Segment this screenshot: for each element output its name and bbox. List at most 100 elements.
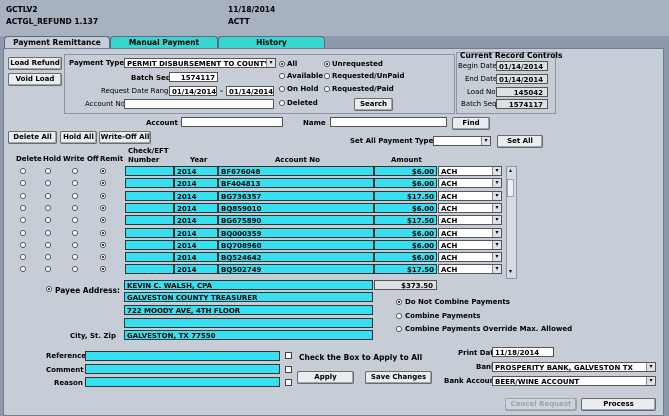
- delete-radio[interactable]: [20, 241, 26, 248]
- payment-method-select[interactable]: ACH ▾: [438, 202, 502, 213]
- apply-all-checkbox-comment[interactable]: [285, 366, 292, 373]
- search-button[interactable]: Search: [354, 98, 393, 111]
- account-no-cell[interactable]: BQ859010: [218, 202, 374, 213]
- write-off-radio[interactable]: [72, 241, 78, 248]
- print-date-input[interactable]: 11/18/2014: [492, 347, 554, 357]
- year-cell[interactable]: 2014: [174, 252, 218, 263]
- year-cell[interactable]: 2014: [174, 215, 218, 226]
- remit-radio[interactable]: [100, 204, 106, 211]
- payment-method-select[interactable]: ACH ▾: [438, 166, 502, 176]
- find-account-no-input[interactable]: [181, 117, 283, 127]
- account-no-cell[interactable]: BQ708960: [218, 239, 374, 250]
- set-all-button[interactable]: Set All: [497, 135, 543, 148]
- radio-requested-paid[interactable]: [324, 86, 330, 92]
- payment-type-select[interactable]: PERMIT DISBURSEMENT TO COUNTY ▾: [124, 58, 276, 68]
- radio-requested-unpaid[interactable]: [324, 73, 330, 79]
- comment-input[interactable]: [85, 364, 280, 374]
- remit-radio[interactable]: [100, 168, 106, 174]
- amount-cell[interactable]: $17.50: [374, 215, 437, 226]
- date-to-input[interactable]: 01/14/2014: [226, 86, 274, 96]
- year-cell[interactable]: 2014: [174, 264, 218, 275]
- account-no-cell[interactable]: BF404813: [218, 178, 374, 189]
- find-button[interactable]: Find: [452, 117, 490, 130]
- hold-radio[interactable]: [45, 192, 51, 199]
- check-eft-cell[interactable]: [125, 239, 174, 250]
- payment-method-select[interactable]: ACH ▾: [438, 190, 502, 201]
- radio-available[interactable]: [279, 73, 285, 79]
- find-name-input[interactable]: [330, 117, 447, 127]
- amount-cell[interactable]: $6.00: [374, 252, 437, 263]
- payment-method-select[interactable]: ACH ▾: [438, 252, 502, 263]
- amount-cell[interactable]: $6.00: [374, 202, 437, 213]
- amount-cell[interactable]: $17.50: [374, 264, 437, 275]
- hold-radio[interactable]: [45, 229, 51, 236]
- scroll-down-icon[interactable]: ▾: [507, 269, 514, 275]
- reason-input[interactable]: [85, 377, 280, 387]
- apply-all-checkbox-reason[interactable]: [285, 379, 292, 386]
- write-off-all-button[interactable]: Write-Off All: [99, 131, 151, 144]
- payment-method-select[interactable]: ACH ▾: [438, 178, 502, 189]
- year-cell[interactable]: 2014: [174, 239, 218, 250]
- check-eft-cell[interactable]: [125, 215, 174, 226]
- payee-line-4[interactable]: [124, 318, 373, 328]
- load-refund-button[interactable]: Load Refund: [8, 57, 62, 70]
- year-cell[interactable]: 2014: [174, 227, 218, 238]
- radio-combine[interactable]: [396, 313, 402, 319]
- hold-radio[interactable]: [45, 204, 51, 211]
- remit-radio[interactable]: [100, 229, 106, 236]
- delete-radio[interactable]: [20, 192, 26, 199]
- amount-cell[interactable]: $6.00: [374, 227, 437, 238]
- payment-method-select[interactable]: ACH ▾: [438, 227, 502, 238]
- account-no-filter-input[interactable]: [124, 99, 274, 109]
- radio-combine-override[interactable]: [396, 326, 402, 332]
- payment-method-select[interactable]: ACH ▾: [438, 264, 502, 275]
- account-no-cell[interactable]: BG675890: [218, 215, 374, 226]
- bank-select[interactable]: PROSPERITY BANK, GALVESTON TX ▾: [492, 362, 656, 372]
- account-no-cell[interactable]: BF676048: [218, 166, 374, 176]
- process-button[interactable]: Process: [581, 398, 656, 411]
- remit-radio[interactable]: [100, 241, 106, 248]
- radio-do-not-combine[interactable]: [396, 299, 402, 305]
- radio-unrequested[interactable]: [324, 61, 330, 67]
- city-st-zip-input[interactable]: GALVESTON, TX 77550: [124, 330, 373, 340]
- save-changes-button[interactable]: Save Changes: [365, 371, 432, 384]
- batch-seq-input[interactable]: 1574117: [169, 72, 218, 82]
- bank-account-select[interactable]: BEER/WINE ACCOUNT ▾: [492, 376, 656, 386]
- account-no-cell[interactable]: BQ000359: [218, 227, 374, 238]
- payee-line-2[interactable]: GALVESTON COUNTY TREASURER: [124, 292, 373, 302]
- delete-radio[interactable]: [20, 168, 26, 174]
- remit-radio[interactable]: [100, 192, 106, 199]
- amount-cell[interactable]: $6.00: [374, 178, 437, 189]
- scroll-thumb[interactable]: [507, 179, 514, 197]
- write-off-radio[interactable]: [72, 204, 78, 211]
- check-eft-cell[interactable]: [125, 252, 174, 263]
- hold-all-button[interactable]: Hold All: [60, 131, 97, 144]
- scroll-up-icon[interactable]: ▴: [507, 168, 514, 174]
- write-off-radio[interactable]: [72, 229, 78, 236]
- account-no-cell[interactable]: BG736357: [218, 190, 374, 201]
- payment-method-select[interactable]: ACH ▾: [438, 239, 502, 250]
- write-off-radio[interactable]: [72, 192, 78, 199]
- delete-radio[interactable]: [20, 229, 26, 236]
- account-no-cell[interactable]: BQ524642: [218, 252, 374, 263]
- delete-all-button[interactable]: Delete All: [8, 131, 57, 144]
- payee-line-1[interactable]: KEVIN C. WALSH, CPA: [124, 280, 373, 290]
- write-off-radio[interactable]: [72, 168, 78, 174]
- radio-all[interactable]: [279, 61, 285, 67]
- delete-radio[interactable]: [20, 204, 26, 211]
- payee-radio[interactable]: [46, 286, 52, 292]
- amount-cell[interactable]: $17.50: [374, 190, 437, 201]
- year-cell[interactable]: 2014: [174, 190, 218, 201]
- check-eft-cell[interactable]: [125, 202, 174, 213]
- year-cell[interactable]: 2014: [174, 166, 218, 176]
- check-eft-cell[interactable]: [125, 227, 174, 238]
- date-from-input[interactable]: 01/14/2014: [169, 86, 217, 96]
- radio-deleted[interactable]: [279, 100, 285, 106]
- check-eft-cell[interactable]: [125, 190, 174, 201]
- check-eft-cell[interactable]: [125, 166, 174, 176]
- set-all-payment-types-select[interactable]: ▾: [433, 136, 491, 146]
- check-eft-cell[interactable]: [125, 264, 174, 275]
- apply-all-checkbox-reference[interactable]: [285, 352, 292, 359]
- reference-input[interactable]: [85, 351, 280, 361]
- apply-button[interactable]: Apply: [297, 371, 354, 384]
